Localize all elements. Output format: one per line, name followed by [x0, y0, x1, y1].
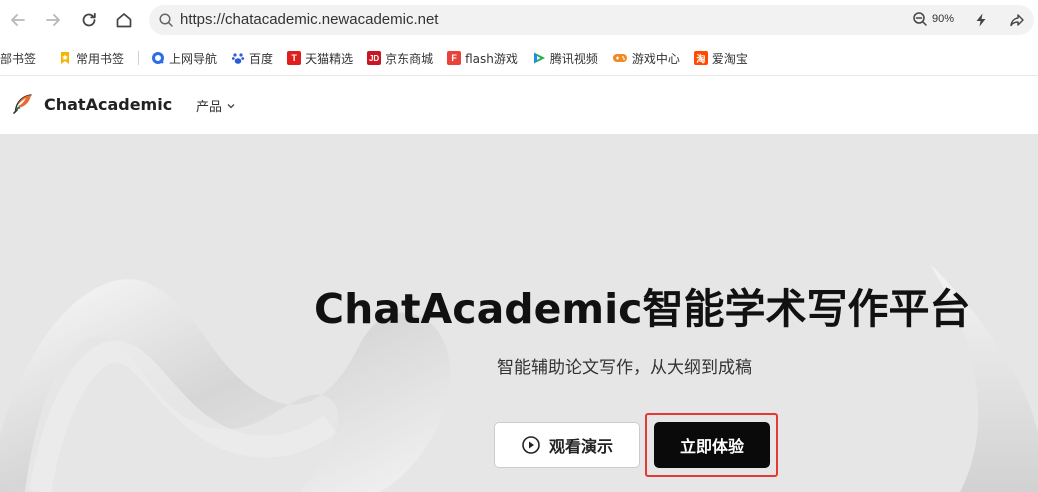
- flash-game-icon: F: [447, 51, 462, 65]
- hero-title: ChatAcademic智能学术写作平台: [314, 285, 971, 333]
- url-text[interactable]: https://chatacademic.newacademic.net: [180, 11, 438, 28]
- baidu-paw-icon: [231, 53, 245, 64]
- reload-button[interactable]: [77, 8, 101, 32]
- bookmark-taobao[interactable]: 淘 爱淘宝: [693, 50, 748, 67]
- bookmark-navigation[interactable]: 上网导航: [151, 50, 217, 67]
- watch-demo-button[interactable]: 观看演示: [494, 422, 640, 468]
- feather-logo-icon[interactable]: [11, 92, 35, 116]
- try-now-button[interactable]: 立即体验: [654, 422, 770, 468]
- bookmark-separator: [138, 51, 140, 65]
- chevron-down-icon: [227, 103, 235, 108]
- game-center-icon: [612, 54, 627, 62]
- try-now-label: 立即体验: [679, 437, 744, 456]
- taobao-icon: 淘: [693, 51, 708, 65]
- hero-section: ChatAcademic智能学术写作平台 智能辅助论文写作，从大纲到成稿 观看演…: [0, 134, 1038, 492]
- zoom-indicator[interactable]: 90%: [912, 11, 954, 27]
- bookmark-tencent-video[interactable]: 腾讯视频: [532, 50, 598, 67]
- arrow-right-icon: [46, 14, 60, 26]
- address-bar[interactable]: https://chatacademic.newacademic.net 90%: [149, 5, 1034, 35]
- home-icon: [116, 13, 132, 28]
- navigation-icon: [152, 52, 165, 64]
- hero-subtitle: 智能辅助论文写作，从大纲到成稿: [497, 358, 752, 378]
- search-icon: [157, 11, 175, 29]
- tmall-icon: T: [287, 51, 302, 65]
- zoom-level: 90%: [931, 13, 954, 25]
- share-icon[interactable]: [1008, 11, 1026, 29]
- lightning-icon[interactable]: [972, 11, 990, 29]
- site-header: ChatAcademic 产品: [0, 76, 1038, 134]
- bookmarks-bar: 部书签 常用书签 上网导航 百度 T 天猫精选 JD 京东商城 F flash游…: [0, 44, 1038, 72]
- bookmark-star-icon: [61, 52, 70, 64]
- bookmark-jd[interactable]: JD 京东商城: [367, 50, 433, 67]
- bookmark-tmall[interactable]: T 天猫精选: [287, 50, 353, 67]
- watch-demo-label: 观看演示: [548, 437, 613, 456]
- back-button[interactable]: [6, 8, 30, 32]
- bookmark-all[interactable]: 部书签: [0, 50, 36, 67]
- browser-toolbar: https://chatacademic.newacademic.net 90%: [0, 0, 1038, 40]
- bookmark-flash-game[interactable]: F flash游戏: [447, 50, 518, 67]
- jd-icon: JD: [367, 51, 382, 65]
- bookmark-common[interactable]: 常用书签: [58, 50, 124, 67]
- reload-icon: [82, 12, 96, 27]
- nav-products-label: 产品: [196, 100, 223, 115]
- bookmark-game-center[interactable]: 游戏中心: [612, 50, 680, 67]
- forward-button[interactable]: [41, 8, 65, 32]
- play-circle-icon: [522, 436, 540, 454]
- nav-products-menu[interactable]: 产品: [196, 96, 236, 115]
- home-button[interactable]: [112, 8, 136, 32]
- arrow-left-icon: [11, 14, 25, 26]
- brand-name[interactable]: ChatAcademic: [44, 95, 172, 114]
- bookmark-baidu[interactable]: 百度: [231, 50, 273, 67]
- tencent-video-icon: [533, 52, 545, 64]
- zoom-out-icon: [913, 12, 927, 26]
